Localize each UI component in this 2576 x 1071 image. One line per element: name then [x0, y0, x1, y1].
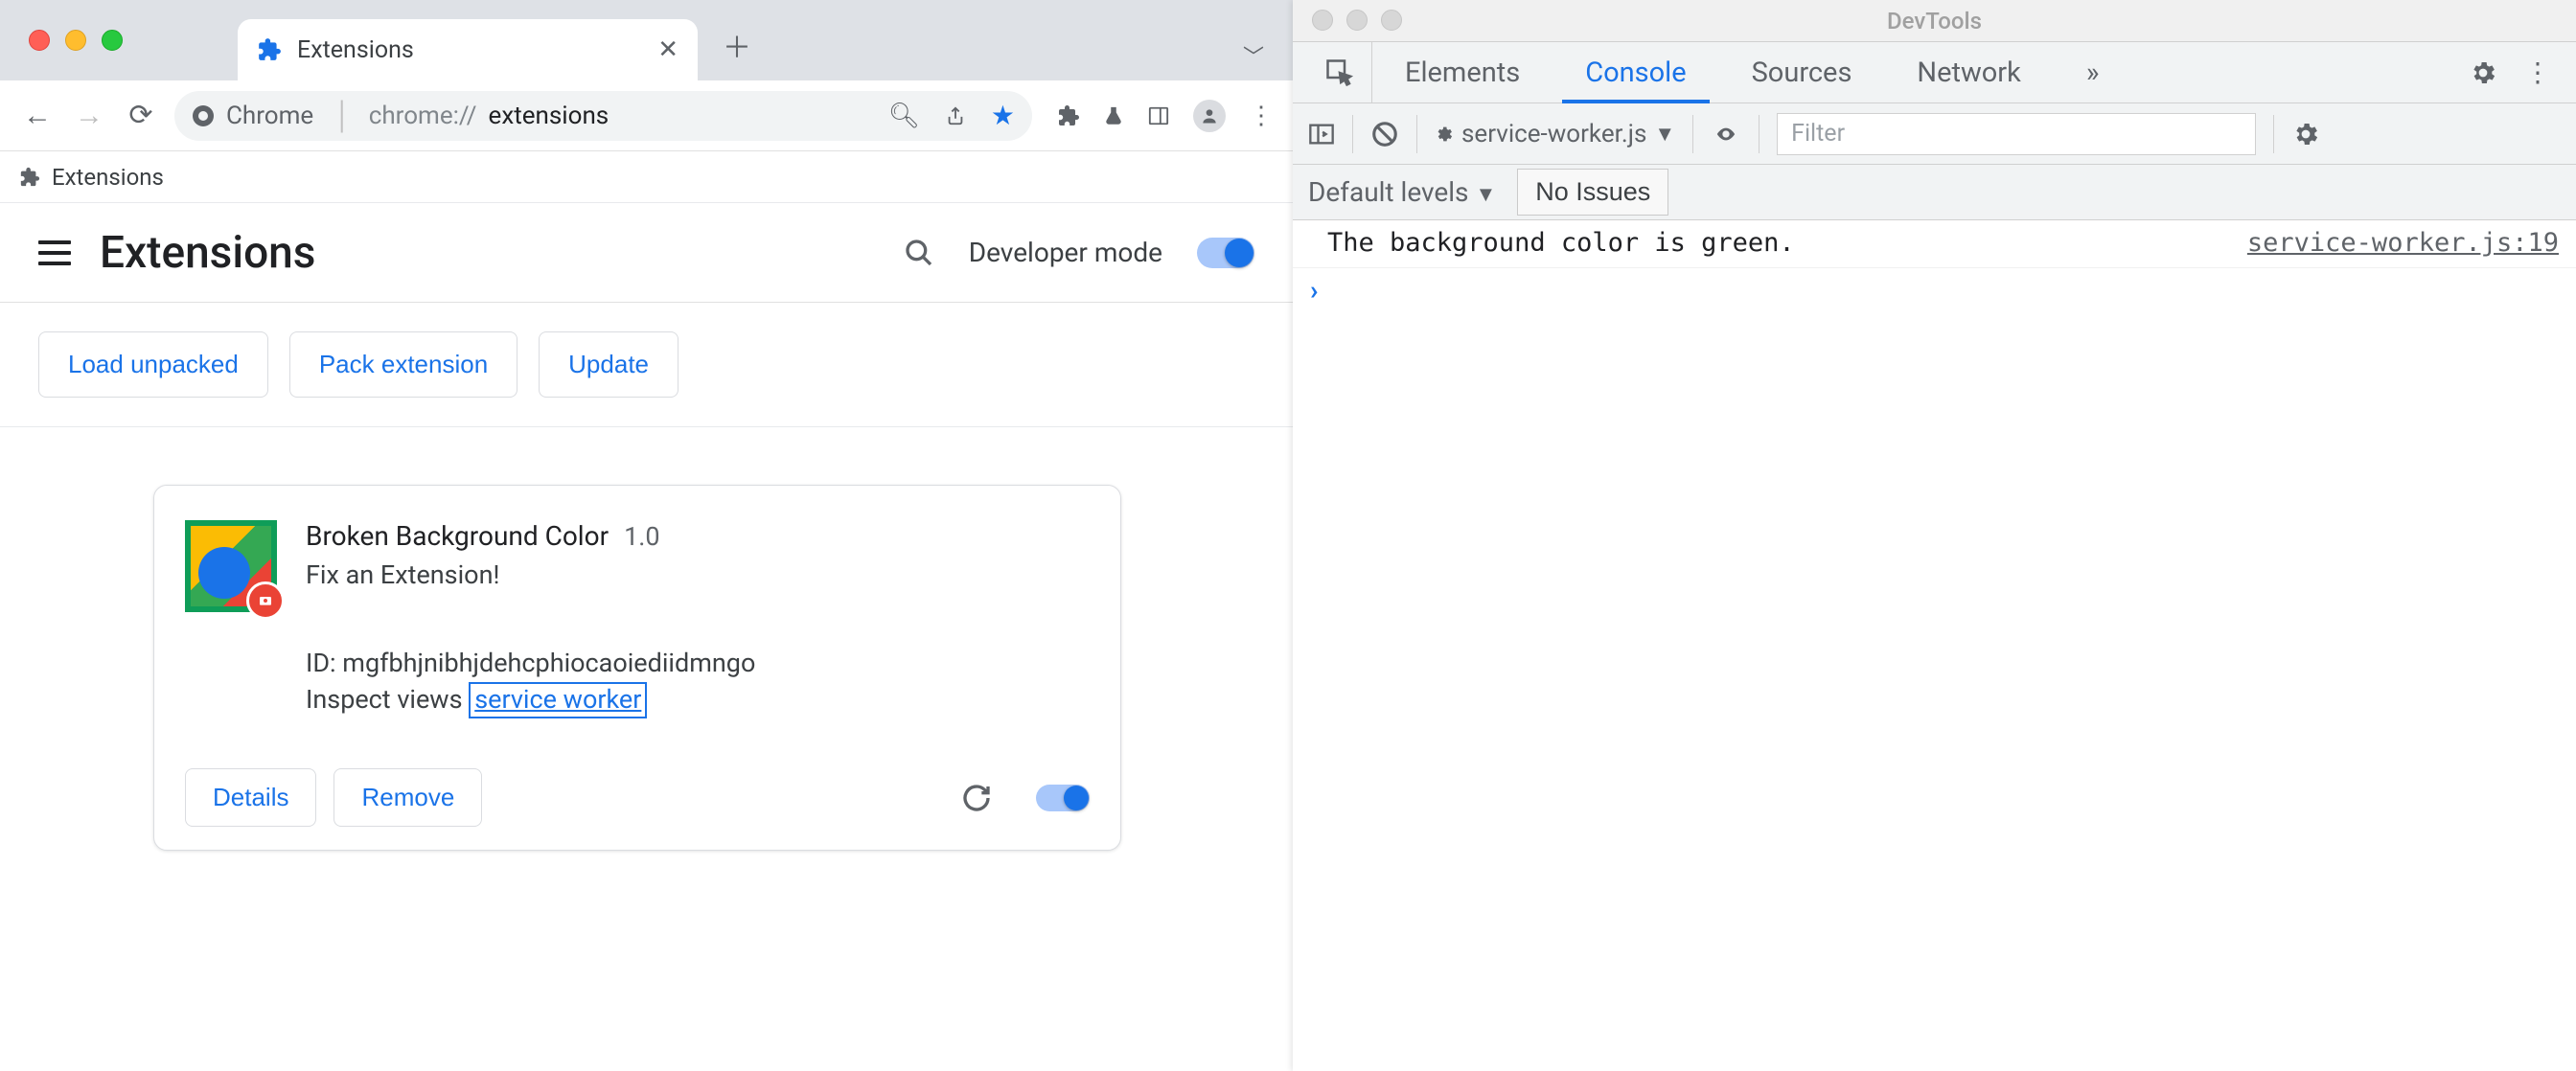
- devtools-title-bar: DevTools: [1293, 0, 2576, 42]
- close-window-button[interactable]: [1312, 10, 1333, 31]
- extension-name: Broken Background Color: [306, 520, 609, 552]
- clear-console-icon[interactable]: [1370, 120, 1399, 148]
- fullscreen-window-button[interactable]: [102, 30, 123, 51]
- log-levels-selector[interactable]: Default levels ▼: [1308, 176, 1496, 208]
- extension-icon: [185, 520, 277, 612]
- tab-network[interactable]: Network: [1884, 42, 2053, 103]
- pack-extension-button[interactable]: Pack extension: [289, 331, 518, 398]
- update-button[interactable]: Update: [539, 331, 678, 398]
- filter-input[interactable]: Filter: [1777, 113, 2256, 155]
- reload-button[interactable]: ⟳: [123, 99, 159, 132]
- issues-button[interactable]: No Issues: [1517, 169, 1668, 216]
- chevron-down-icon: ▼: [1475, 183, 1496, 207]
- share-icon[interactable]: [945, 103, 966, 128]
- console-sidebar-toggle-icon[interactable]: [1308, 121, 1335, 148]
- chrome-icon: [192, 104, 215, 127]
- url-path: extensions: [489, 102, 610, 130]
- developer-mode-toggle[interactable]: [1197, 238, 1254, 268]
- minimize-window-button[interactable]: [65, 30, 86, 51]
- extensions-header: Extensions Developer mode: [0, 203, 1293, 303]
- developer-mode-label: Developer mode: [969, 237, 1162, 268]
- url-prefix: chrome://: [369, 102, 477, 130]
- inspect-element-icon[interactable]: [1308, 42, 1372, 103]
- url-scheme-label: Chrome: [226, 102, 313, 130]
- devtools-window: DevTools Elements Console Sources Networ…: [1293, 0, 2576, 1071]
- back-button[interactable]: ←: [19, 99, 56, 132]
- panel-icon[interactable]: [1147, 105, 1170, 126]
- tab-title: Extensions: [297, 36, 642, 64]
- window-controls: [1312, 10, 1402, 31]
- settings-gear-icon[interactable]: [2469, 58, 2497, 87]
- extension-enable-toggle[interactable]: [1036, 785, 1090, 811]
- extension-version: 1.0: [624, 521, 659, 552]
- bookmark-star-icon[interactable]: ★: [991, 100, 1015, 131]
- console-output: The background color is green. service-w…: [1293, 220, 2576, 1071]
- close-tab-icon[interactable]: ✕: [657, 35, 678, 64]
- zoom-icon[interactable]: 🔍︎: [888, 102, 920, 130]
- tab-strip: Extensions ✕ ＋ ﹀: [0, 0, 1293, 80]
- page-title: Extensions: [100, 227, 315, 279]
- new-tab-button[interactable]: ＋: [723, 24, 751, 66]
- browser-tab[interactable]: Extensions ✕: [238, 19, 698, 80]
- extensions-actions: Load unpacked Pack extension Update: [0, 303, 1293, 427]
- puzzle-icon: [19, 167, 40, 188]
- profile-avatar[interactable]: [1193, 100, 1226, 132]
- filter-placeholder: Filter: [1791, 120, 1845, 148]
- remove-button[interactable]: Remove: [334, 768, 482, 827]
- extensions-grid: Broken Background Color 1.0 Fix an Exten…: [0, 427, 1293, 908]
- inspect-views-row: Inspect views service worker: [306, 684, 1090, 715]
- devtools-title: DevTools: [1887, 8, 1982, 34]
- console-prompt[interactable]: ›: [1293, 268, 2576, 311]
- puzzle-icon: [257, 37, 282, 62]
- log-message: The background color is green.: [1327, 228, 1795, 258]
- devtools-overflow-icon[interactable]: ⋮: [2524, 57, 2551, 88]
- overflow-menu-icon[interactable]: ⋮: [1249, 102, 1274, 130]
- load-unpacked-button[interactable]: Load unpacked: [38, 331, 268, 398]
- toolbar-right-icons: ⋮: [1057, 100, 1274, 132]
- close-window-button[interactable]: [29, 30, 50, 51]
- console-toolbar-secondary: Default levels ▼ No Issues: [1293, 165, 2576, 220]
- bookmark-item[interactable]: Extensions: [52, 164, 164, 191]
- extension-id: ID: mgfbhjnibhjdehcphiocaoiediidmngo: [306, 648, 1090, 678]
- tab-elements[interactable]: Elements: [1372, 42, 1552, 103]
- devtools-tabs: Elements Console Sources Network » ⋮: [1293, 42, 2576, 103]
- address-bar[interactable]: Chrome │ chrome://extensions 🔍︎ ★: [174, 91, 1032, 141]
- minimize-window-button[interactable]: [1346, 10, 1368, 31]
- bookmark-bar: Extensions: [0, 151, 1293, 203]
- more-tabs-icon[interactable]: »: [2054, 42, 2132, 103]
- unpacked-badge-icon: [246, 581, 285, 620]
- console-toolbar: service-worker.js ▼ Filter: [1293, 103, 2576, 165]
- menu-icon[interactable]: [38, 240, 71, 265]
- context-selector[interactable]: service-worker.js ▼: [1435, 120, 1675, 148]
- reload-extension-icon[interactable]: [961, 783, 992, 813]
- console-log-line: The background color is green. service-w…: [1293, 220, 2576, 268]
- extensions-icon[interactable]: [1057, 104, 1080, 127]
- browser-toolbar: ← → ⟳ Chrome │ chrome://extensions 🔍︎ ★: [0, 80, 1293, 151]
- labs-icon[interactable]: [1103, 103, 1124, 128]
- extension-description: Fix an Extension!: [306, 559, 1090, 590]
- tabs-dropdown-icon[interactable]: ﹀: [1243, 40, 1264, 71]
- tab-console[interactable]: Console: [1552, 42, 1718, 103]
- extension-card: Broken Background Color 1.0 Fix an Exten…: [153, 485, 1121, 851]
- chevron-down-icon: ▼: [1654, 122, 1675, 147]
- tab-sources[interactable]: Sources: [1719, 42, 1885, 103]
- inspect-views-label: Inspect views: [306, 684, 469, 715]
- fullscreen-window-button[interactable]: [1381, 10, 1402, 31]
- details-button[interactable]: Details: [185, 768, 316, 827]
- forward-button[interactable]: →: [71, 99, 107, 132]
- search-icon[interactable]: [904, 238, 934, 268]
- window-controls: [29, 30, 123, 51]
- chrome-window: Extensions ✕ ＋ ﹀ ← → ⟳ Chrome │ chrome:/…: [0, 0, 1293, 1071]
- service-worker-link[interactable]: service worker: [469, 682, 647, 718]
- console-settings-gear-icon[interactable]: [2291, 120, 2320, 148]
- live-expression-icon[interactable]: [1711, 124, 1741, 145]
- log-source-link[interactable]: service-worker.js:19: [2247, 228, 2559, 258]
- context-label: service-worker.js: [1461, 120, 1646, 148]
